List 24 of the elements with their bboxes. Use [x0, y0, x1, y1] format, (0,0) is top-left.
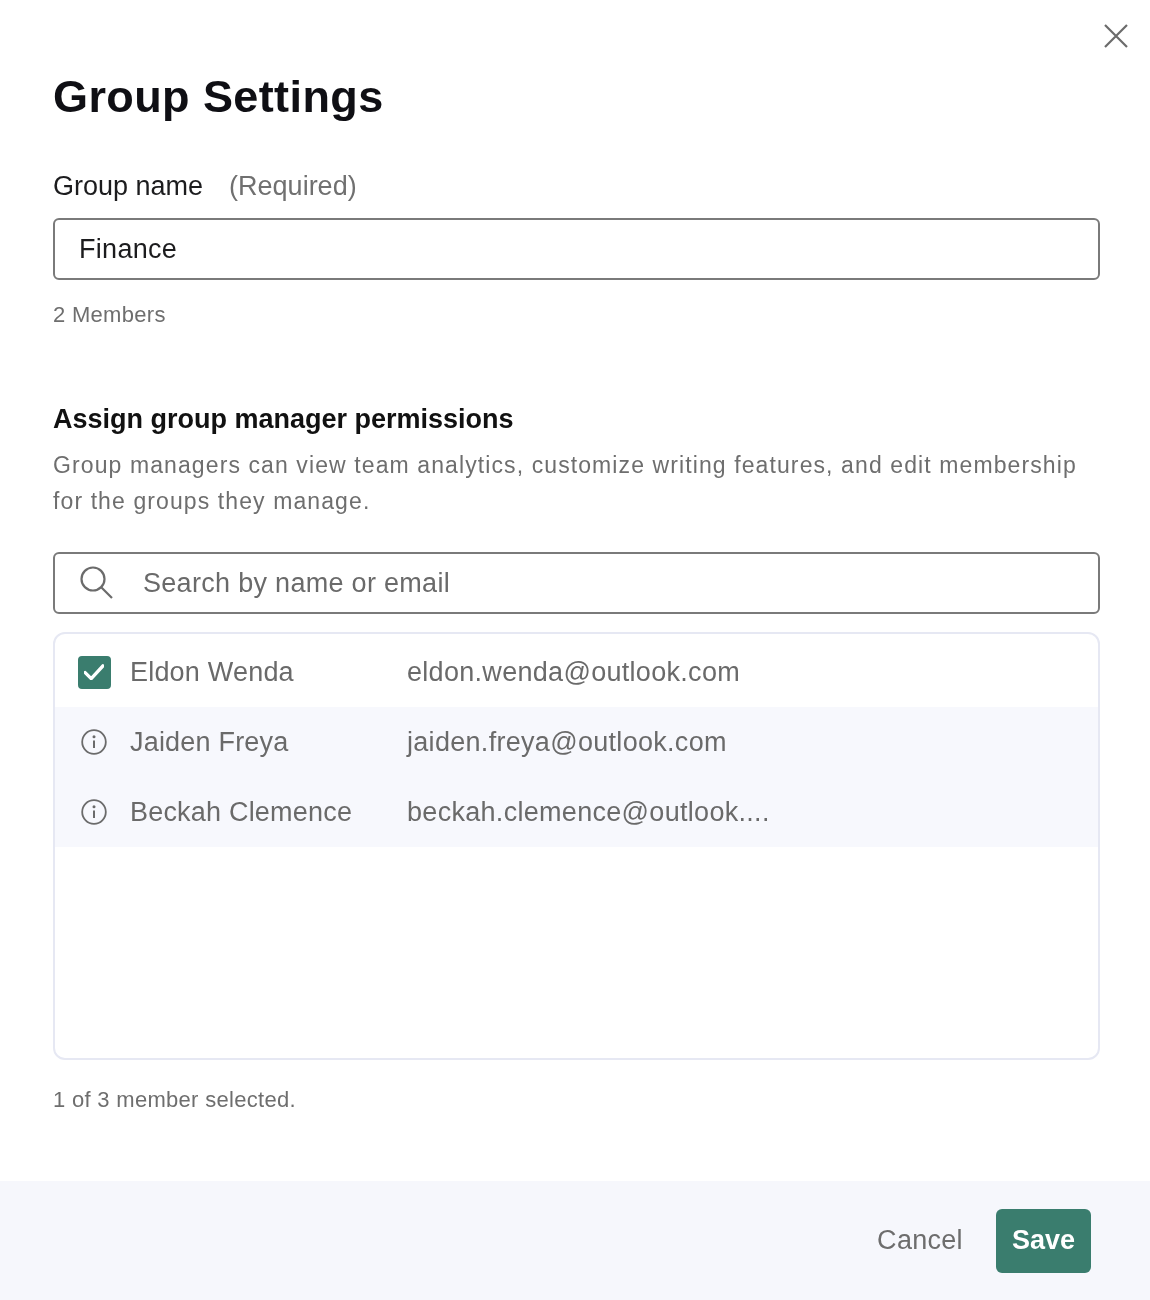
checkbox[interactable] [77, 655, 111, 689]
close-button[interactable] [1102, 22, 1130, 50]
cancel-button[interactable]: Cancel [877, 1220, 963, 1261]
member-email: eldon.wenda@outlook.com [407, 655, 740, 689]
search-icon [80, 566, 113, 599]
section-heading: Assign group manager permissions [53, 403, 515, 436]
checkmark-icon [84, 664, 104, 680]
info-icon [81, 729, 107, 755]
close-icon [1104, 24, 1128, 48]
member-name: Jaiden Freya [130, 725, 290, 759]
field-label: Group name [53, 170, 204, 203]
info-icon [81, 799, 107, 825]
section-description: Group managers can view team analytics, customize writing features, and edit membership for the groups they manage. [53, 451, 1078, 516]
member-email: beckah.clemence@outlook.... [407, 795, 770, 829]
member-email: jaiden.freya@outlook.com [407, 725, 727, 759]
selection-summary: 1 of 3 member selected. [53, 1086, 297, 1114]
search-field[interactable]: Search by name or email [53, 552, 1100, 614]
member-count: 2 Members [53, 301, 167, 329]
member-name: Eldon Wenda [130, 655, 295, 689]
dialog-title: Group Settings [53, 70, 385, 124]
member-name: Beckah Clemence [130, 795, 354, 829]
save-button[interactable]: Save [995, 1208, 1091, 1273]
required-hint: (Required) [229, 170, 357, 203]
group-name-field[interactable]: Finance [53, 218, 1100, 280]
